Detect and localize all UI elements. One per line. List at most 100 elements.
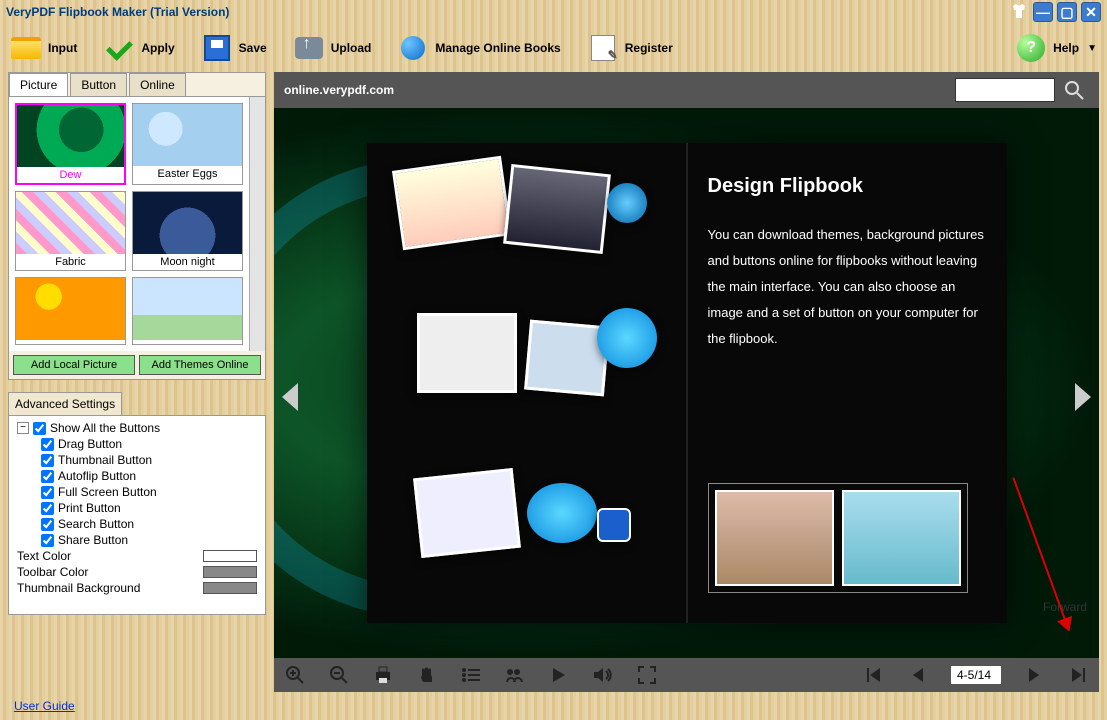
settings-label: Share Button	[58, 533, 128, 547]
page-title: Design Flipbook	[708, 175, 987, 198]
upload-button[interactable]: Upload	[293, 34, 372, 62]
share-icon[interactable]	[504, 664, 526, 686]
collage-image	[413, 468, 521, 558]
maximize-button[interactable]: ▢	[1057, 2, 1077, 22]
help-label: Help	[1053, 41, 1079, 55]
show-all-buttons-label: Show All the Buttons	[50, 421, 160, 435]
sound-icon[interactable]	[592, 664, 614, 686]
flipbook[interactable]: Design Flipbook You can download themes,…	[367, 143, 1007, 623]
print-icon[interactable]	[372, 664, 394, 686]
prev-page-icon[interactable]	[907, 664, 929, 686]
upload-icon	[295, 37, 323, 59]
settings-checkbox[interactable]	[41, 518, 54, 531]
tree-collapse-icon[interactable]: −	[17, 422, 29, 434]
theme-thumbnail	[16, 192, 125, 254]
page-body: You can download themes, background pict…	[708, 222, 987, 352]
settings-row: Autoflip Button	[13, 468, 261, 484]
settings-row: Full Screen Button	[13, 484, 261, 500]
forward-label: Forward	[1043, 600, 1087, 614]
register-icon	[591, 35, 615, 61]
add-local-picture-button[interactable]: Add Local Picture	[13, 355, 135, 375]
minimize-button[interactable]: —	[1033, 2, 1053, 22]
theme-moon[interactable]: Moon night	[132, 191, 243, 271]
next-page-icon[interactable]	[1023, 664, 1045, 686]
title-bar: VeryPDF Flipbook Maker (Trial Version) —…	[0, 0, 1107, 24]
themes-scrollbar[interactable]	[249, 97, 265, 351]
page-indicator[interactable]: 4-5/14	[951, 666, 1001, 684]
settings-label: Autoflip Button	[58, 469, 136, 483]
settings-checkbox[interactable]	[41, 534, 54, 547]
theme-label	[133, 340, 242, 344]
thumbnail-bg-label: Thumbnail Background	[17, 581, 140, 595]
theme-sun[interactable]	[15, 277, 126, 345]
themes-panel: Picture Button Online Dew Easter Eggs Fabr…	[8, 72, 266, 380]
settings-row: Drag Button	[13, 436, 261, 452]
collage-image	[527, 483, 597, 543]
first-page-icon[interactable]	[863, 664, 885, 686]
collage-image	[524, 320, 610, 397]
tab-online[interactable]: Online	[129, 73, 186, 96]
add-themes-online-button[interactable]: Add Themes Online	[139, 355, 261, 375]
settings-label: Thumbnail Button	[58, 453, 152, 467]
help-button[interactable]: ? Help ▼	[1015, 34, 1097, 62]
text-color-swatch[interactable]	[203, 550, 257, 562]
close-button[interactable]: ✕	[1081, 2, 1101, 22]
thumbnail-bg-swatch[interactable]	[203, 582, 257, 594]
search-button[interactable]	[1059, 76, 1089, 104]
folder-icon	[11, 37, 41, 59]
manage-online-button[interactable]: Manage Online Books	[397, 34, 560, 62]
last-page-icon[interactable]	[1067, 664, 1089, 686]
drag-hand-icon[interactable]	[416, 664, 438, 686]
page-next-arrow[interactable]	[1075, 383, 1091, 411]
magnify-icon	[1063, 79, 1085, 101]
collage-image	[597, 308, 657, 368]
settings-checkbox[interactable]	[41, 486, 54, 499]
player-bar: 4-5/14	[274, 658, 1099, 692]
settings-checkbox[interactable]	[41, 502, 54, 515]
theme-tabs: Picture Button Online	[9, 73, 265, 97]
collage-image	[597, 508, 631, 542]
collage-image	[417, 313, 517, 393]
show-all-buttons-checkbox[interactable]	[33, 422, 46, 435]
check-icon	[106, 38, 132, 58]
settings-row: Print Button	[13, 500, 261, 516]
save-label: Save	[239, 41, 267, 55]
settings-checkbox[interactable]	[41, 470, 54, 483]
input-button[interactable]: Input	[10, 34, 77, 62]
theme-thumbnail	[17, 105, 124, 167]
tab-button[interactable]: Button	[70, 73, 127, 96]
settings-row: Search Button	[13, 516, 261, 532]
save-button[interactable]: Save	[201, 34, 267, 62]
settings-row: Thumbnail Button	[13, 452, 261, 468]
fullscreen-icon[interactable]	[636, 664, 658, 686]
tab-picture[interactable]: Picture	[9, 73, 68, 96]
theme-fabric[interactable]: Fabric	[15, 191, 126, 271]
zoom-out-icon[interactable]	[328, 664, 350, 686]
search-input[interactable]	[955, 78, 1055, 102]
toolbar-color-swatch[interactable]	[203, 566, 257, 578]
advanced-settings-panel: Advanced Settings − Show All the Buttons…	[8, 392, 266, 615]
user-guide-link[interactable]: User Guide	[14, 699, 75, 713]
shirt-icon[interactable]	[1009, 2, 1029, 22]
preview-header: online.verypdf.com	[274, 72, 1099, 108]
theme-label: Dew	[17, 167, 124, 183]
apply-button[interactable]: Apply	[103, 34, 174, 62]
thumbnails-icon[interactable]	[460, 664, 482, 686]
page-prev-arrow[interactable]	[282, 383, 298, 411]
theme-dew[interactable]: Dew	[15, 103, 126, 185]
theme-label: Moon night	[133, 254, 242, 270]
theme-thumbnail	[133, 192, 242, 254]
theme-label: Fabric	[16, 254, 125, 270]
settings-checkbox[interactable]	[41, 438, 54, 451]
register-label: Register	[625, 41, 673, 55]
theme-mill[interactable]	[132, 277, 243, 345]
theme-eggs[interactable]: Easter Eggs	[132, 103, 243, 185]
advanced-settings-body: − Show All the Buttons Drag ButtonThumbn…	[8, 415, 266, 615]
upload-label: Upload	[331, 41, 372, 55]
play-icon[interactable]	[548, 664, 570, 686]
settings-checkbox[interactable]	[41, 454, 54, 467]
book-right-page: Design Flipbook You can download themes,…	[688, 143, 1007, 623]
register-button[interactable]: Register	[587, 34, 673, 62]
help-icon: ?	[1017, 34, 1045, 62]
zoom-in-icon[interactable]	[284, 664, 306, 686]
